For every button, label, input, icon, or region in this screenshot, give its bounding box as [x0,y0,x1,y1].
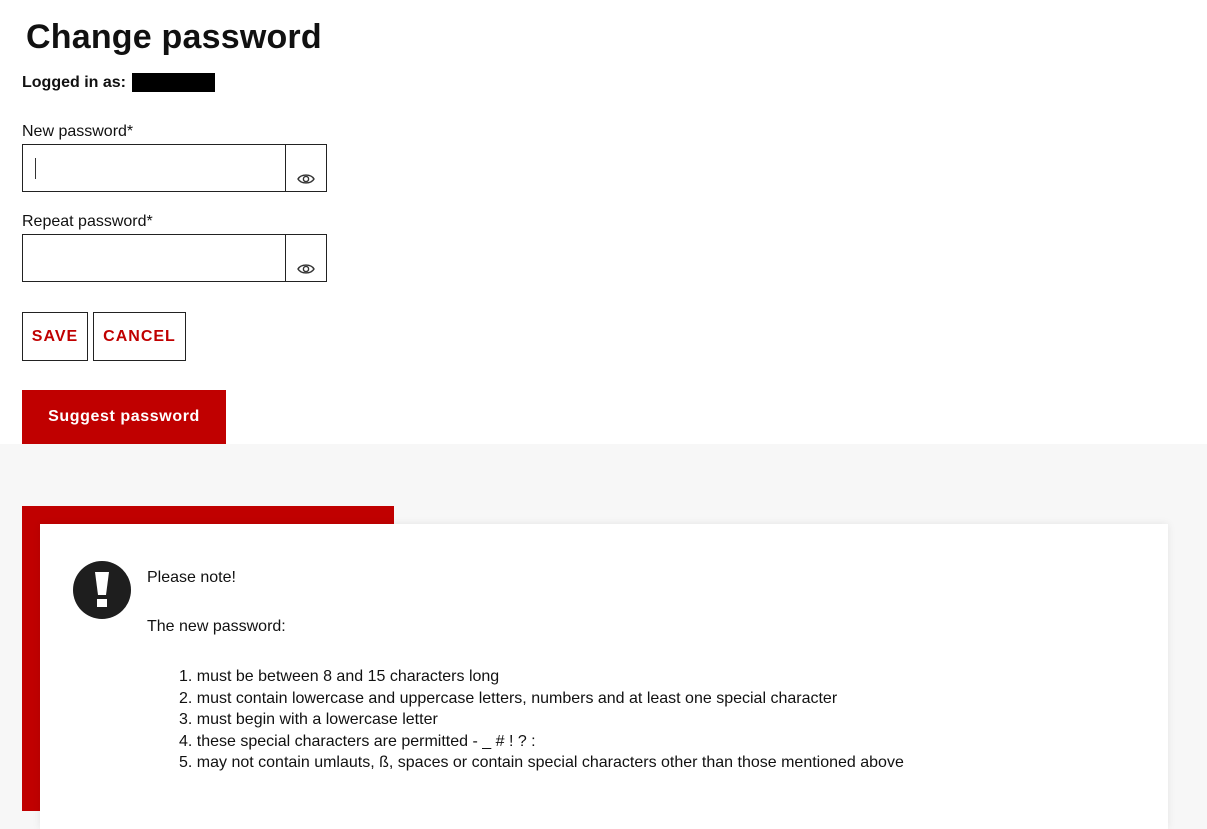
rule-item: 2. must contain lowercase and uppercase … [179,689,838,707]
logged-in-info: Logged in as: [22,73,215,92]
note-intro: The new password: [147,618,286,635]
suggest-password-button[interactable]: Suggest password [22,390,226,444]
repeat-password-group [22,234,327,282]
rule-item: 1. must be between 8 and 15 characters l… [179,668,500,685]
new-password-input[interactable] [23,145,285,191]
text-cursor [35,158,36,179]
eye-icon [297,174,315,184]
rule-item: 4. these special characters are permitte… [179,732,536,750]
cancel-button[interactable]: CANCEL [93,312,186,361]
password-rules-note: Please note! The new password: 1. must b… [40,524,1168,829]
new-password-visibility-toggle[interactable] [285,145,326,191]
redacted-username [132,73,215,92]
repeat-password-input[interactable] [23,235,285,281]
new-password-label: New password* [22,123,134,140]
eye-icon [297,264,315,274]
rule-item: 3. must begin with a lowercase letter [179,711,438,728]
save-button[interactable]: SAVE [22,312,88,361]
new-password-group [22,144,327,192]
logged-in-label: Logged in as: [22,73,126,91]
repeat-password-label: Repeat password* [22,213,153,230]
page-title: Change password [26,18,322,56]
rule-item: 5. may not contain umlauts, ß, spaces or… [179,754,904,771]
repeat-password-visibility-toggle[interactable] [285,235,326,281]
password-rules-list: 1. must be between 8 and 15 characters l… [179,666,904,774]
form-section: Change password Logged in as: New passwo… [0,0,1207,444]
note-heading: Please note! [147,569,236,586]
change-password-page: Change password Logged in as: New passwo… [0,0,1207,829]
exclamation-icon [73,561,131,619]
